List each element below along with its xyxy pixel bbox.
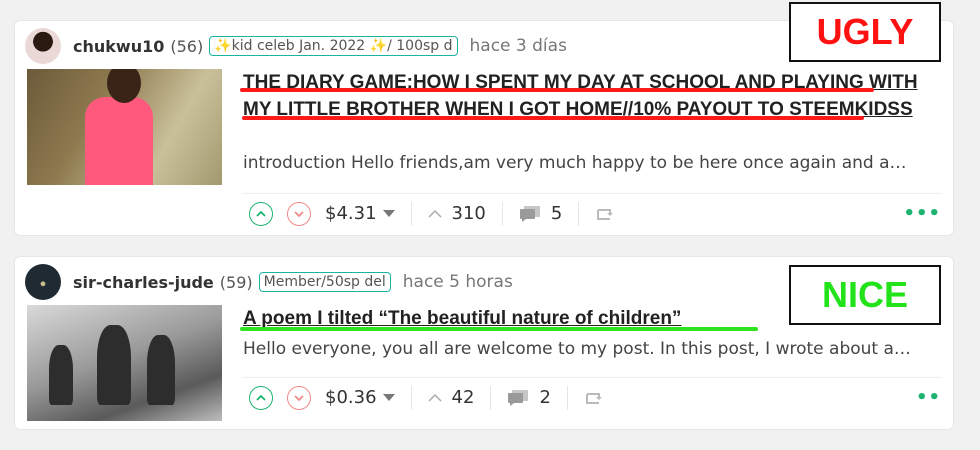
divider [566,385,568,410]
divider [410,201,412,226]
divider [490,385,492,410]
red-underline-mark [240,88,874,92]
divider [410,385,412,410]
divider [578,201,580,226]
resteem-icon[interactable] [595,206,615,222]
chevron-down-icon [294,210,304,217]
author-name[interactable]: sir-charles-jude [73,273,214,292]
more-options-button[interactable]: ••• [903,203,941,224]
post-time[interactable]: hace 5 horas [403,272,513,292]
community-badge[interactable]: ✨kid celeb Jan. 2022 ✨/ 100sp d [209,36,458,56]
votes-caret-up-icon [428,393,442,402]
post-excerpt[interactable]: Hello everyone, you all are welcome to m… [243,339,941,359]
annotation-ugly: UGLY [789,2,941,62]
post-thumbnail[interactable] [27,69,222,185]
reputation: (59) [219,272,253,292]
avatar[interactable] [25,28,61,64]
avatar[interactable] [25,264,61,300]
post-thumbnail[interactable] [27,305,222,421]
divider [501,201,503,226]
red-underline-mark [242,116,864,120]
post-header: chukwu10 (56) ✨kid celeb Jan. 2022 ✨/ 10… [25,28,567,64]
votes-caret-up-icon [428,209,442,218]
upvote-button[interactable] [249,385,273,410]
thumbnail-figure [85,97,153,185]
comment-count[interactable]: 5 [551,203,562,224]
post-title[interactable]: THE DIARY GAME:HOW I SPENT MY DAY AT SCH… [243,69,941,123]
payout-value[interactable]: $0.36 [325,387,377,408]
vote-count[interactable]: 42 [452,387,475,408]
author-name[interactable]: chukwu10 [73,37,164,56]
post-actions: $4.31 310 5 ••• [243,193,941,233]
comments-icon[interactable] [507,389,529,407]
payout-caret-icon[interactable] [382,210,395,217]
comment-count[interactable]: 2 [539,387,550,408]
post-time[interactable]: hace 3 días [470,36,567,56]
downvote-button[interactable] [287,201,311,226]
post-header: sir-charles-jude (59) Member/50sp del ha… [25,264,513,300]
upvote-button[interactable] [249,201,273,226]
thumbnail-figure [97,325,131,405]
chevron-up-icon [256,210,266,217]
chevron-up-icon [256,394,266,401]
payout-caret-icon[interactable] [382,394,395,401]
chevron-down-icon [294,394,304,401]
more-options-button[interactable]: •• [916,387,941,408]
thumbnail-figure [49,345,73,405]
vote-count[interactable]: 310 [452,203,486,224]
comments-icon[interactable] [519,205,541,223]
reputation: (56) [170,36,204,56]
annotation-nice: NICE [789,265,941,325]
downvote-button[interactable] [287,385,311,410]
thumbnail-figure [147,335,175,405]
payout-value[interactable]: $4.31 [325,203,377,224]
community-badge[interactable]: Member/50sp del [258,272,391,292]
post-excerpt[interactable]: introduction Hello friends,am very much … [243,153,941,173]
post-actions: $0.36 42 2 •• [243,377,941,417]
resteem-icon[interactable] [584,390,604,406]
green-underline-mark [240,327,758,331]
